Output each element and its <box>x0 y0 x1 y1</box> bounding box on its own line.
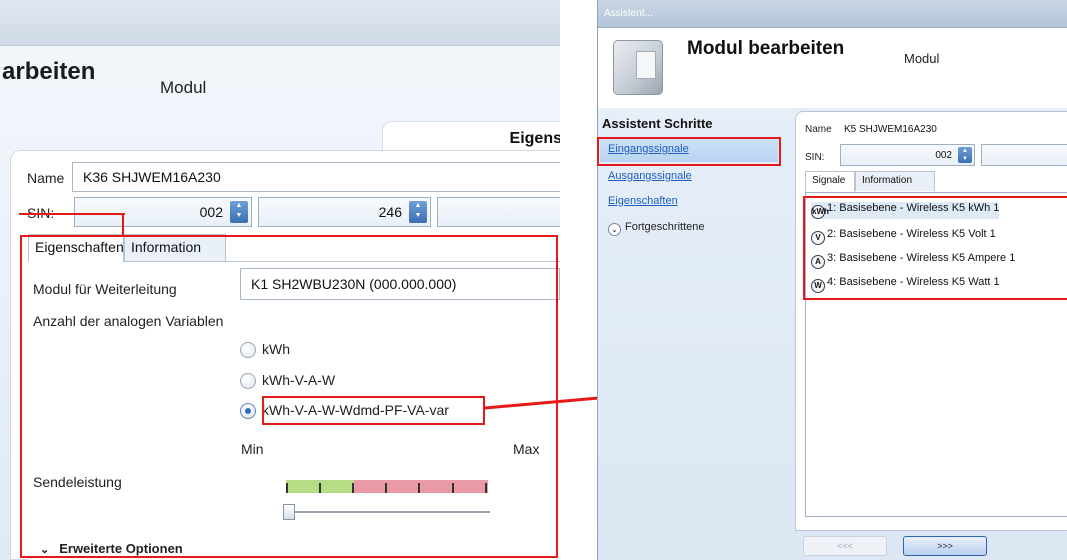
name-value: K5 SHJWEM16A230 <box>844 124 937 135</box>
next-button[interactable]: >>> <box>903 536 987 556</box>
window-title-bar: Assistent... <box>598 0 1067 28</box>
window-title: Assistent... <box>604 8 653 19</box>
tab-information[interactable]: Information <box>855 171 935 191</box>
chevron-down-icon: ⌄ <box>608 223 621 236</box>
name-label: Name <box>805 124 832 135</box>
annotation-box-step <box>597 137 781 166</box>
wizard-steps-header: Assistent Schritte <box>602 116 713 131</box>
section-tab-eigenschaften[interactable]: Eigens <box>382 121 560 151</box>
left-top-bar <box>0 0 560 46</box>
annotation-line-sin <box>19 213 125 215</box>
tab-signale[interactable]: Signale <box>805 171 855 192</box>
sin-field-2[interactable] <box>981 144 1067 166</box>
name-label: Name <box>27 170 65 186</box>
spinner-icon[interactable]: ▲ ▼ <box>230 201 248 223</box>
section-tab-label: Eigens <box>509 130 560 147</box>
wizard-title: Modul bearbeiten <box>687 38 845 59</box>
previous-button[interactable]: <<< <box>803 536 887 556</box>
sin-field-3[interactable] <box>437 197 560 227</box>
sin-field-1[interactable]: 002 ▲ ▼ <box>74 197 252 227</box>
wizard-subtitle: Modul <box>904 51 940 66</box>
step-eigenschaften[interactable]: Eigenschaften <box>608 195 678 207</box>
sin-field-2[interactable]: 246 ▲ ▼ <box>258 197 431 227</box>
annotation-box-option <box>262 396 485 425</box>
sin-field-1-value: 002 <box>935 150 952 161</box>
sin-field-1[interactable]: 002 ▲ ▼ <box>840 144 975 166</box>
name-input[interactable]: K36 SHJWEM16A230 <box>72 162 560 192</box>
spinner-icon[interactable]: ▲ ▼ <box>958 147 972 163</box>
page-title: arbeiten <box>2 58 96 85</box>
advanced-label: Fortgeschrittene <box>625 221 705 233</box>
sin-label: SIN: <box>805 152 825 163</box>
sin-field-1-value: 002 <box>199 204 223 220</box>
advanced-toggle[interactable]: ⌄ Fortgeschrittene <box>608 221 704 236</box>
module-device-icon <box>613 40 663 95</box>
annotation-line-sin <box>122 213 124 235</box>
spinner-icon[interactable]: ▲ ▼ <box>409 201 427 223</box>
page-subtitle: Modul <box>160 78 207 97</box>
annotation-box-signals <box>803 196 1067 300</box>
step-ausgangssignale[interactable]: Ausgangssignale <box>608 170 692 182</box>
sin-field-2-value: 246 <box>378 204 402 220</box>
